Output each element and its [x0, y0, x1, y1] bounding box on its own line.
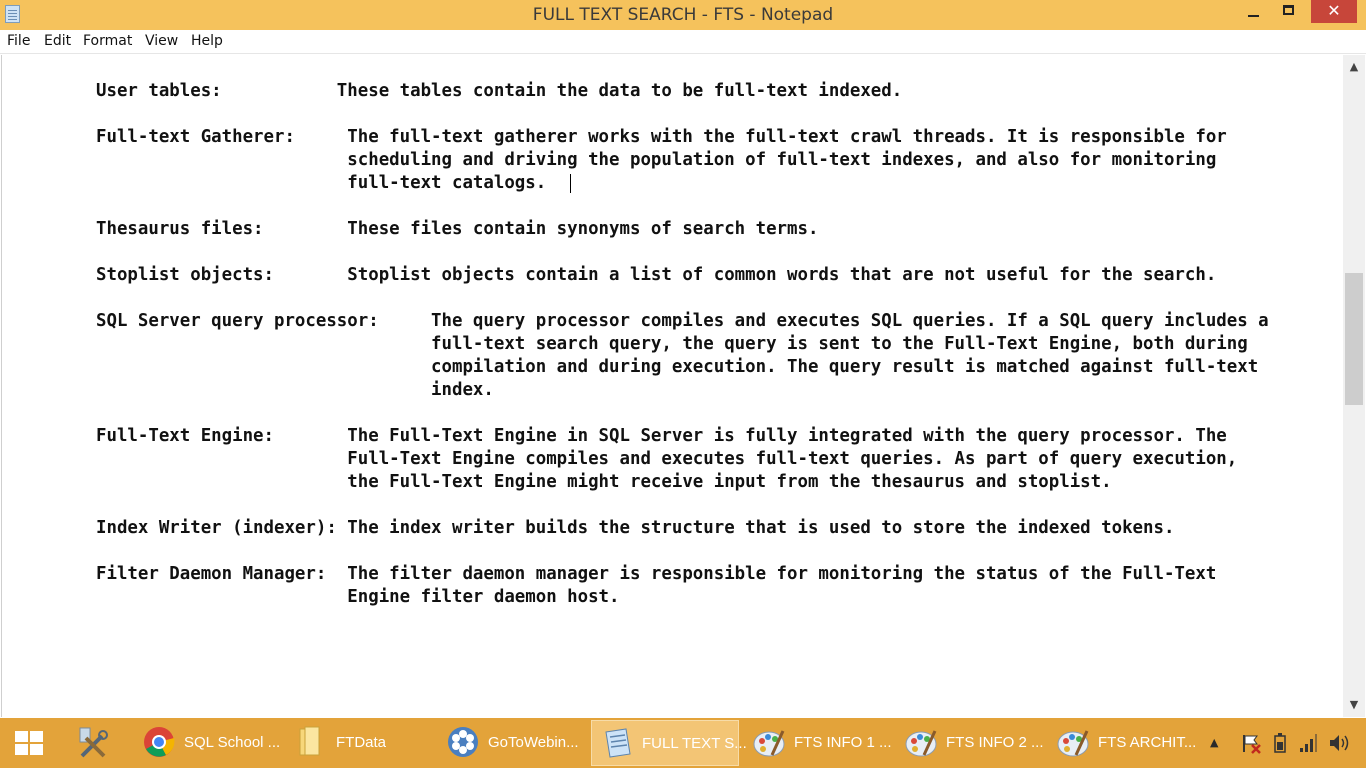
taskbar-item-label: GoToWebin... — [488, 734, 579, 751]
document-text[interactable]: User tables: These tables contain the da… — [96, 80, 1269, 609]
menu-bar: File Edit Format View Help — [0, 30, 1366, 54]
volume-icon[interactable] — [1327, 732, 1351, 754]
pinned-tools[interactable] — [70, 718, 122, 768]
menu-help[interactable]: Help — [191, 33, 223, 49]
scroll-down-icon[interactable]: ▼ — [1343, 695, 1365, 715]
taskbar-item-full-text-search[interactable]: FULL TEXT S... — [591, 720, 747, 766]
minimize-button[interactable] — [1236, 0, 1272, 22]
taskbar-item-fts-architecture[interactable]: FTS ARCHIT... — [1048, 720, 1196, 766]
show-hidden-icons-button[interactable]: ▲ — [1210, 736, 1218, 758]
taskbar-item-ftdata[interactable]: FTData — [286, 720, 434, 766]
close-icon: ✕ — [1327, 1, 1341, 20]
notepad-icon — [605, 728, 631, 758]
minimize-icon — [1248, 15, 1259, 17]
menu-view[interactable]: View — [145, 33, 178, 49]
gotowebinar-icon — [448, 727, 478, 757]
title-bar[interactable]: FULL TEXT SEARCH - FTS - Notepad ✕ — [0, 0, 1366, 30]
menu-edit[interactable]: Edit — [44, 33, 71, 49]
chrome-icon — [144, 727, 175, 757]
menu-file[interactable]: File — [7, 33, 30, 49]
tools-icon — [79, 727, 108, 758]
taskbar-item-label: FTS INFO 1 ... — [794, 734, 892, 751]
start-button[interactable] — [6, 726, 50, 760]
text-editor[interactable]: User tables: These tables contain the da… — [1, 55, 1343, 717]
window-title: FULL TEXT SEARCH - FTS - Notepad — [532, 5, 834, 25]
menu-format[interactable]: Format — [83, 33, 132, 49]
taskbar-item-fts-info-2[interactable]: FTS INFO 2 ... — [896, 720, 1044, 766]
taskbar-item-label: FULL TEXT S... — [642, 735, 747, 752]
maximize-button[interactable] — [1271, 0, 1307, 22]
battery-icon[interactable] — [1270, 732, 1290, 754]
windows-logo-icon — [15, 731, 45, 757]
taskbar-item-fts-info-1[interactable]: FTS INFO 1 ... — [744, 720, 892, 766]
scroll-up-icon[interactable]: ▲ — [1343, 57, 1365, 77]
maximize-icon — [1283, 5, 1294, 15]
folder-icon — [299, 726, 320, 756]
taskbar: SQL School ... FTData GoToWebin... FULL … — [0, 718, 1366, 768]
scroll-thumb[interactable] — [1345, 273, 1363, 405]
paint-icon — [905, 730, 937, 757]
close-button[interactable]: ✕ — [1311, 0, 1357, 23]
paint-icon — [1057, 730, 1089, 757]
taskbar-item-label: SQL School ... — [184, 734, 281, 751]
network-signal-icon[interactable] — [1298, 732, 1318, 754]
action-center-flag-icon[interactable] — [1240, 732, 1262, 754]
taskbar-item-label: FTData — [336, 734, 387, 751]
taskbar-item-gotowebinar[interactable]: GoToWebin... — [438, 720, 586, 766]
taskbar-item-label: FTS INFO 2 ... — [946, 734, 1044, 751]
vertical-scrollbar[interactable]: ▲ ▼ — [1343, 55, 1365, 717]
paint-icon — [753, 730, 785, 757]
text-caret — [570, 174, 571, 193]
taskbar-item-label: FTS ARCHIT... — [1098, 734, 1197, 751]
taskbar-item-sql-school[interactable]: SQL School ... — [134, 720, 282, 766]
